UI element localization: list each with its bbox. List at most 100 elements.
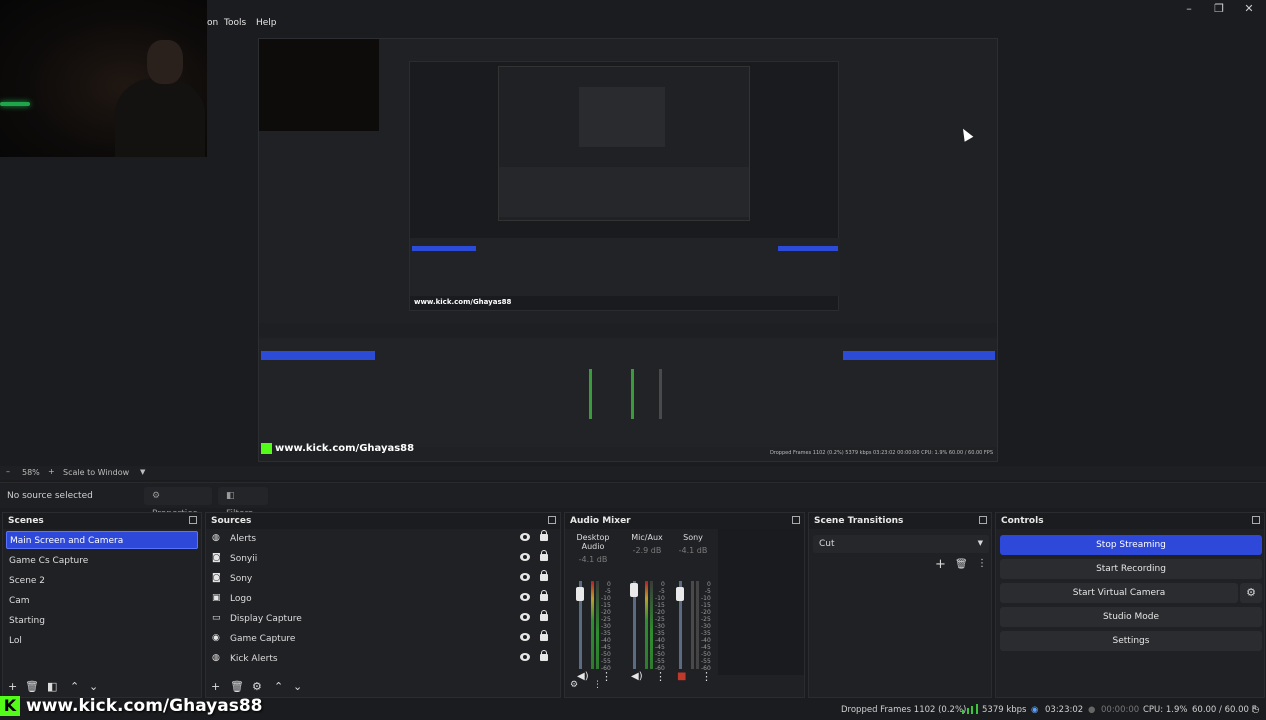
level-meter: [591, 581, 594, 669]
start-virtual-camera-button[interactable]: Start Virtual Camera: [1000, 583, 1238, 603]
db-scale-tick: -40: [701, 637, 711, 644]
add-transition-icon[interactable]: +: [935, 557, 946, 572]
source-properties-icon[interactable]: ⚙: [252, 680, 262, 693]
zoom-out-button[interactable]: –: [6, 467, 10, 476]
visibility-eye-icon[interactable]: [520, 593, 530, 601]
more-options-icon[interactable]: ⋮: [593, 680, 602, 690]
lock-icon[interactable]: [540, 550, 548, 561]
zoom-in-button[interactable]: +: [48, 467, 55, 476]
scenes-title: Scenes: [8, 516, 44, 526]
sources-dock: Sources ◍ Alerts ◙ Sonyii ◙ Sony ▣ Logo ▭ Display…: [205, 512, 561, 698]
stop-streaming-button[interactable]: Stop Streaming: [1000, 535, 1262, 555]
source-label: Display Capture: [230, 614, 302, 624]
nested-kick-text: www.kick.com/Ghayas88: [275, 443, 415, 454]
lock-icon[interactable]: [540, 630, 548, 641]
properties-button[interactable]: ⚙ Properties: [144, 487, 212, 519]
lock-icon[interactable]: [540, 570, 548, 581]
visibility-eye-icon[interactable]: [520, 633, 530, 641]
undock-icon[interactable]: [792, 516, 800, 524]
move-up-icon[interactable]: ⌃: [70, 680, 79, 693]
db-scale-tick: -35: [701, 630, 711, 637]
channel-db: -2.9 dB: [632, 546, 662, 555]
kick-logo: K: [0, 696, 20, 716]
visibility-eye-icon[interactable]: [520, 533, 530, 541]
mixer-channel: Mic/Aux -2.9 dB 0 -5 -10 -15 -20 -25 -30 -35 -40 -4…: [621, 533, 673, 683]
filters-button[interactable]: ◧ Filters: [218, 487, 268, 519]
db-scale: 0 -5 -10 -15 -20 -25 -30 -35 -40 -45 -50 -55 -60: [655, 581, 665, 672]
db-scale-tick: -35: [655, 630, 665, 637]
scene-item[interactable]: Game Cs Capture: [3, 551, 201, 571]
source-label: Sony: [230, 574, 253, 584]
source-item[interactable]: ◍ Kick Alerts: [206, 649, 560, 669]
remove-transition-icon[interactable]: 🗑: [955, 559, 968, 570]
remove-source-icon[interactable]: 🗑: [230, 680, 244, 693]
channel-db: -4.1 dB: [678, 546, 708, 555]
transition-select[interactable]: Cut ▼: [813, 535, 989, 553]
db-scale-tick: -35: [601, 630, 611, 637]
preview-frame[interactable]: www.kick.com/Ghayas88 www.kick.com/Ghaya…: [258, 38, 998, 462]
nested-source-bar: [259, 323, 997, 337]
lock-icon[interactable]: [540, 610, 548, 621]
undock-icon[interactable]: [548, 516, 556, 524]
scene-item[interactable]: Cam: [3, 591, 201, 611]
settings-button[interactable]: Settings: [1000, 631, 1262, 651]
scene-item[interactable]: Starting: [3, 611, 201, 631]
source-label: Logo: [230, 594, 252, 604]
undock-icon[interactable]: [189, 516, 197, 524]
nested-main-scene-selected: [261, 351, 375, 360]
source-item[interactable]: ◙ Sonyii: [206, 549, 560, 569]
menu-item-partial[interactable]: on: [207, 18, 218, 28]
source-item[interactable]: ◙ Sony: [206, 569, 560, 589]
minimize-button[interactable]: –: [1174, 2, 1204, 16]
start-recording-button[interactable]: Start Recording: [1000, 559, 1262, 579]
image-icon: ▣: [212, 593, 221, 603]
nested-kick-url: www.kick.com/Ghayas88: [414, 298, 512, 306]
visibility-eye-icon[interactable]: [520, 653, 530, 661]
more-options-icon[interactable]: ⋮: [977, 558, 987, 569]
scene-item[interactable]: Main Screen and Camera: [6, 531, 198, 549]
scene-item[interactable]: Scene 2: [3, 571, 201, 591]
volume-slider-handle[interactable]: [676, 587, 684, 601]
move-down-icon[interactable]: ⌄: [293, 680, 302, 693]
volume-slider-handle[interactable]: [630, 583, 638, 597]
sources-header: Sources: [206, 513, 560, 529]
scene-filters-icon[interactable]: ◧: [47, 680, 57, 693]
add-scene-icon[interactable]: +: [8, 680, 17, 693]
menu-help[interactable]: Help: [256, 18, 277, 28]
gamepad-icon: ◉: [212, 633, 220, 643]
channel-name: Mic/Aux: [631, 533, 663, 542]
lock-icon[interactable]: [540, 650, 548, 661]
db-scale-tick: -45: [701, 644, 711, 651]
nested-scene-selected: [412, 246, 476, 251]
menu-tools[interactable]: Tools: [224, 18, 246, 28]
add-source-icon[interactable]: +: [211, 680, 220, 693]
source-item[interactable]: ▭ Display Capture: [206, 609, 560, 629]
visibility-eye-icon[interactable]: [520, 613, 530, 621]
visibility-eye-icon[interactable]: [520, 573, 530, 581]
nested-meter-3: [659, 369, 662, 419]
advanced-audio-icon[interactable]: ⚙: [570, 680, 578, 690]
volume-slider-handle[interactable]: [576, 587, 584, 601]
source-item[interactable]: ◉ Game Capture: [206, 629, 560, 649]
nested-webcam: [259, 39, 379, 131]
source-item[interactable]: ▣ Logo: [206, 589, 560, 609]
remove-scene-icon[interactable]: 🗑: [25, 680, 39, 693]
close-button[interactable]: ✕: [1234, 2, 1264, 16]
scale-mode-select[interactable]: Scale to Window: [63, 468, 129, 477]
move-up-icon[interactable]: ⌃: [274, 680, 283, 693]
undock-icon[interactable]: [1252, 516, 1260, 524]
studio-mode-button[interactable]: Studio Mode: [1000, 607, 1262, 627]
undock-icon[interactable]: [979, 516, 987, 524]
lock-icon[interactable]: [540, 590, 548, 601]
scene-item[interactable]: Lol: [3, 631, 201, 651]
lock-icon[interactable]: [540, 530, 548, 541]
db-scale-tick: 0: [606, 581, 611, 588]
db-scale-tick: -30: [655, 623, 665, 630]
source-item[interactable]: ◍ Alerts: [206, 529, 560, 549]
visibility-eye-icon[interactable]: [520, 553, 530, 561]
restore-button[interactable]: ❐: [1204, 2, 1234, 16]
virtual-camera-settings-icon[interactable]: ⚙: [1240, 583, 1262, 603]
move-down-icon[interactable]: ⌄: [89, 680, 98, 693]
chevron-down-icon[interactable]: ▼: [140, 468, 145, 476]
db-scale-tick: -40: [601, 637, 611, 644]
